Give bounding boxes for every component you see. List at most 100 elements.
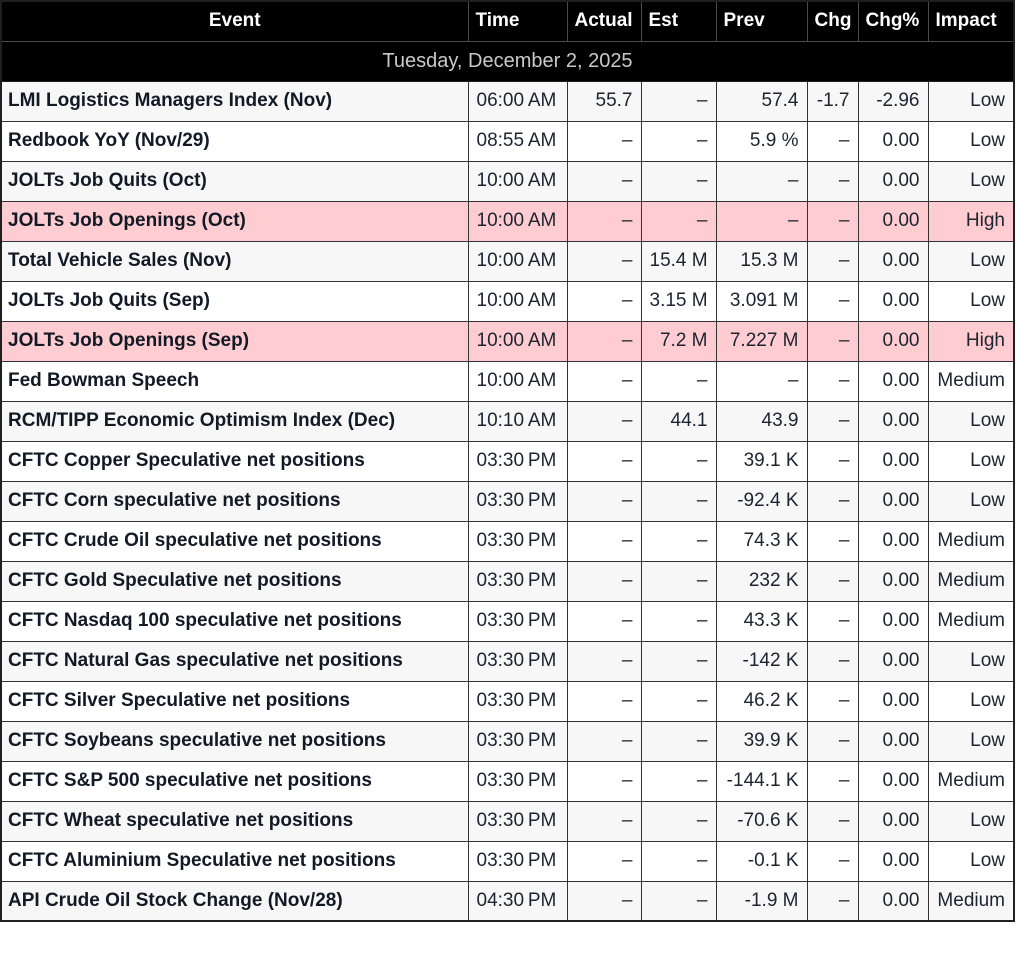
event-actual: – (567, 361, 641, 401)
event-chg-pct: 0.00 (858, 441, 928, 481)
column-header-prev: Prev (716, 1, 807, 41)
event-row[interactable]: Total Vehicle Sales (Nov) 10:00 AM – 15.… (1, 241, 1014, 281)
event-prev: -142 K (716, 641, 807, 681)
event-est: – (641, 201, 716, 241)
event-row[interactable]: CFTC Silver Speculative net positions 03… (1, 681, 1014, 721)
event-prev: – (716, 201, 807, 241)
event-time: 03:30 PM (468, 601, 567, 641)
event-row[interactable]: JOLTs Job Quits (Sep) 10:00 AM – 3.15 M … (1, 281, 1014, 321)
event-row[interactable]: Redbook YoY (Nov/29) 08:55 AM – – 5.9 % … (1, 121, 1014, 161)
event-row[interactable]: Fed Bowman Speech 10:00 AM – – – – 0.00 … (1, 361, 1014, 401)
event-impact: Low (928, 401, 1014, 441)
event-row[interactable]: JOLTs Job Openings (Oct) 10:00 AM – – – … (1, 201, 1014, 241)
event-row[interactable]: CFTC Copper Speculative net positions 03… (1, 441, 1014, 481)
event-impact: Low (928, 81, 1014, 121)
event-est: – (641, 481, 716, 521)
event-actual: – (567, 681, 641, 721)
event-actual: – (567, 481, 641, 521)
event-prev: 7.227 M (716, 321, 807, 361)
event-time: 03:30 PM (468, 481, 567, 521)
event-chg-pct: 0.00 (858, 801, 928, 841)
event-chg-pct: 0.00 (858, 641, 928, 681)
event-impact: Medium (928, 601, 1014, 641)
event-impact: Low (928, 281, 1014, 321)
event-name: CFTC Soybeans speculative net positions (1, 721, 468, 761)
event-prev: -0.1 K (716, 841, 807, 881)
event-actual: – (567, 401, 641, 441)
event-row[interactable]: CFTC Nasdaq 100 speculative net position… (1, 601, 1014, 641)
event-actual: – (567, 201, 641, 241)
event-name: CFTC Nasdaq 100 speculative net position… (1, 601, 468, 641)
event-actual: – (567, 601, 641, 641)
event-impact: Low (928, 641, 1014, 681)
event-chg: – (807, 441, 858, 481)
event-row[interactable]: CFTC Crude Oil speculative net positions… (1, 521, 1014, 561)
event-prev: 74.3 K (716, 521, 807, 561)
column-header-row: Event Time Actual Est Prev Chg Chg% Impa… (1, 1, 1014, 41)
event-chg-pct: 0.00 (858, 761, 928, 801)
event-impact: Low (928, 801, 1014, 841)
event-impact: Low (928, 121, 1014, 161)
event-row[interactable]: JOLTs Job Quits (Oct) 10:00 AM – – – – 0… (1, 161, 1014, 201)
event-row[interactable]: LMI Logistics Managers Index (Nov) 06:00… (1, 81, 1014, 121)
event-name: RCM/TIPP Economic Optimism Index (Dec) (1, 401, 468, 441)
event-name: JOLTs Job Openings (Sep) (1, 321, 468, 361)
event-prev: 15.3 M (716, 241, 807, 281)
event-impact: Medium (928, 761, 1014, 801)
event-time: 03:30 PM (468, 721, 567, 761)
event-time: 10:10 AM (468, 401, 567, 441)
event-chg: – (807, 521, 858, 561)
event-chg-pct: 0.00 (858, 521, 928, 561)
event-row[interactable]: CFTC Natural Gas speculative net positio… (1, 641, 1014, 681)
event-chg-pct: 0.00 (858, 881, 928, 921)
event-chg: – (807, 321, 858, 361)
event-time: 10:00 AM (468, 161, 567, 201)
event-row[interactable]: JOLTs Job Openings (Sep) 10:00 AM – 7.2 … (1, 321, 1014, 361)
event-row[interactable]: CFTC S&P 500 speculative net positions 0… (1, 761, 1014, 801)
event-chg-pct: 0.00 (858, 561, 928, 601)
event-time: 06:00 AM (468, 81, 567, 121)
event-actual: – (567, 241, 641, 281)
event-row[interactable]: RCM/TIPP Economic Optimism Index (Dec) 1… (1, 401, 1014, 441)
event-actual: – (567, 441, 641, 481)
event-row[interactable]: API Crude Oil Stock Change (Nov/28) 04:3… (1, 881, 1014, 921)
date-header: Tuesday, December 2, 2025 (1, 41, 1014, 81)
event-row[interactable]: CFTC Gold Speculative net positions 03:3… (1, 561, 1014, 601)
event-name: JOLTs Job Quits (Oct) (1, 161, 468, 201)
event-impact: Low (928, 161, 1014, 201)
event-est: – (641, 441, 716, 481)
event-chg-pct: 0.00 (858, 841, 928, 881)
event-est: – (641, 521, 716, 561)
event-row[interactable]: CFTC Aluminium Speculative net positions… (1, 841, 1014, 881)
event-impact: High (928, 321, 1014, 361)
event-prev: 46.2 K (716, 681, 807, 721)
event-actual: – (567, 881, 641, 921)
event-chg-pct: 0.00 (858, 401, 928, 441)
event-impact: Low (928, 681, 1014, 721)
event-name: CFTC Crude Oil speculative net positions (1, 521, 468, 561)
column-header-event: Event (1, 1, 468, 41)
event-chg-pct: 0.00 (858, 161, 928, 201)
event-name: CFTC Wheat speculative net positions (1, 801, 468, 841)
event-name: CFTC Aluminium Speculative net positions (1, 841, 468, 881)
event-chg: – (807, 201, 858, 241)
event-actual: – (567, 161, 641, 201)
event-impact: Medium (928, 881, 1014, 921)
event-chg-pct: 0.00 (858, 721, 928, 761)
event-prev: -1.9 M (716, 881, 807, 921)
event-prev: 43.3 K (716, 601, 807, 641)
column-header-actual: Actual (567, 1, 641, 41)
event-chg-pct: 0.00 (858, 481, 928, 521)
event-row[interactable]: CFTC Soybeans speculative net positions … (1, 721, 1014, 761)
event-time: 10:00 AM (468, 321, 567, 361)
event-prev: 3.091 M (716, 281, 807, 321)
event-est: – (641, 681, 716, 721)
event-impact: Medium (928, 561, 1014, 601)
event-chg: – (807, 481, 858, 521)
event-row[interactable]: CFTC Wheat speculative net positions 03:… (1, 801, 1014, 841)
event-name: API Crude Oil Stock Change (Nov/28) (1, 881, 468, 921)
event-est: – (641, 801, 716, 841)
event-name: CFTC Natural Gas speculative net positio… (1, 641, 468, 681)
event-row[interactable]: CFTC Corn speculative net positions 03:3… (1, 481, 1014, 521)
event-actual: – (567, 521, 641, 561)
